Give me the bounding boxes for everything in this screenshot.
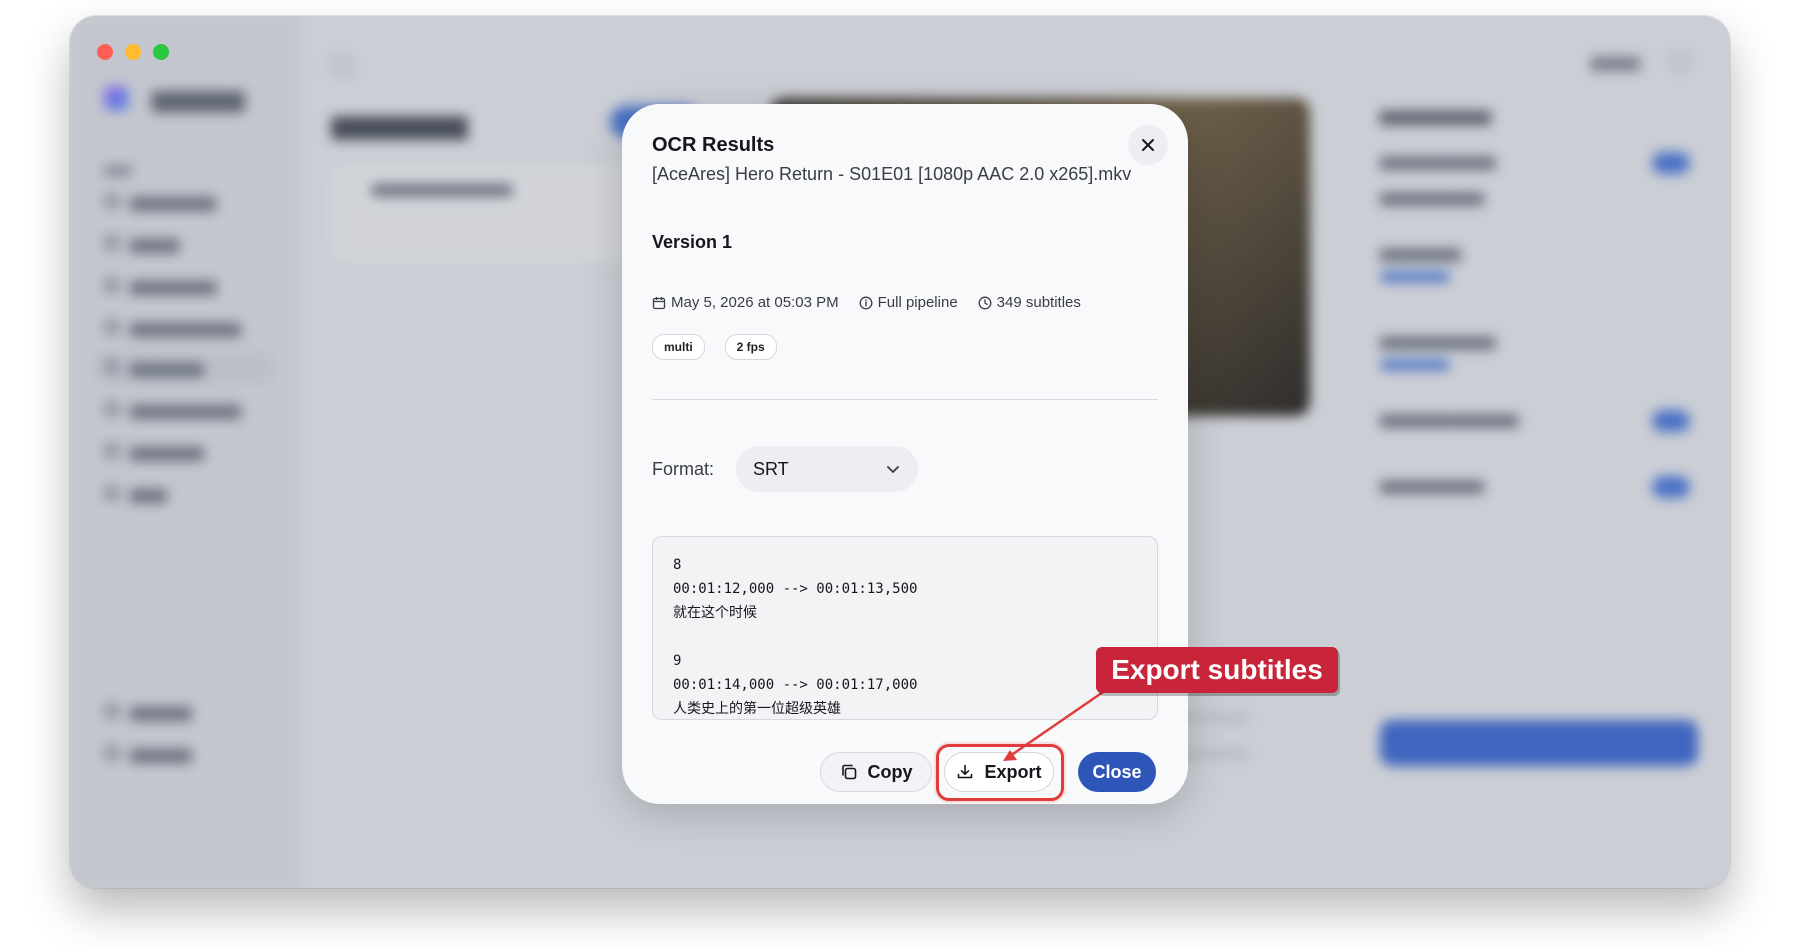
chevron-down-icon xyxy=(887,466,899,473)
export-button[interactable]: Export xyxy=(944,752,1054,792)
copy-button[interactable]: Copy xyxy=(820,752,932,792)
version-meta: May 5, 2026 at 05:03 PM Full pipeline 34… xyxy=(652,294,1101,311)
meta-date: May 5, 2026 at 05:03 PM xyxy=(671,294,839,311)
close-icon xyxy=(1142,139,1154,151)
info-icon xyxy=(859,296,873,309)
download-icon xyxy=(958,764,973,779)
preview-line xyxy=(673,625,1137,649)
preview-line: 9 xyxy=(673,653,682,669)
preview-line: 人类史上的第一位超级英雄 xyxy=(673,701,841,717)
dialog-title: OCR Results xyxy=(652,134,775,156)
export-button-label: Export xyxy=(984,761,1042,782)
close-dialog-button[interactable] xyxy=(1128,125,1168,165)
close-button[interactable]: Close xyxy=(1078,752,1156,792)
copy-button-label: Copy xyxy=(867,761,913,782)
window-close-dot[interactable] xyxy=(97,44,113,60)
window-minimize-dot[interactable] xyxy=(125,44,141,60)
tag-badge: multi xyxy=(652,334,705,360)
version-label: Version 1 xyxy=(652,232,733,252)
calendar-icon xyxy=(652,296,666,309)
preview-line: 00:01:14,000 --> 00:01:17,000 xyxy=(673,677,918,693)
preview-line: 8 xyxy=(673,557,682,573)
tag-badge: 2 fps xyxy=(724,334,777,360)
copy-icon xyxy=(841,764,856,780)
tag-list: multi 2 fps xyxy=(652,334,797,360)
ocr-results-dialog: OCR Results [AceAres] Hero Return - S01E… xyxy=(622,104,1188,804)
divider xyxy=(652,399,1158,400)
export-subtitles-callout: Export subtitles xyxy=(1096,647,1338,693)
meta-pipeline: Full pipeline xyxy=(877,294,958,311)
close-button-label: Close xyxy=(1092,761,1142,782)
subtitle-preview[interactable]: 8 00:01:12,000 --> 00:01:13,500 就在这个时候 9… xyxy=(652,536,1158,720)
preview-line: 00:01:12,000 --> 00:01:13,500 xyxy=(673,581,918,597)
format-label: Format: xyxy=(652,459,715,479)
preview-line: 就在这个时候 xyxy=(673,605,757,621)
window-zoom-dot[interactable] xyxy=(153,44,169,60)
dialog-filename: [AceAres] Hero Return - S01E01 [1080p AA… xyxy=(652,164,1132,184)
format-select[interactable]: SRT xyxy=(736,446,918,492)
clock-icon xyxy=(978,296,992,309)
format-select-value: SRT xyxy=(753,458,789,479)
meta-subtitle-count: 349 subtitles xyxy=(996,294,1081,311)
